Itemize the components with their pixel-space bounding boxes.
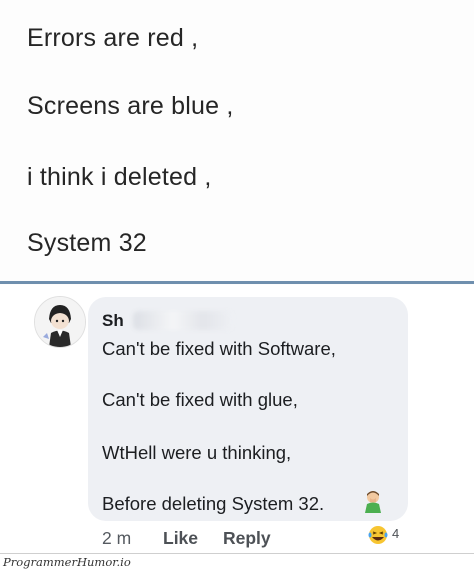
post-content: Errors are red , Screens are blue , i th… — [0, 0, 474, 285]
comment-line: Can't be fixed with glue, — [102, 389, 298, 410]
author-name-redaction — [133, 311, 233, 330]
laughing-emoji-icon[interactable] — [365, 524, 395, 546]
like-button[interactable]: Like — [163, 528, 198, 549]
reaction-count: 4 — [392, 526, 400, 541]
watermark-bar: ProgrammerHumor.io — [0, 553, 474, 569]
reply-button[interactable]: Reply — [223, 528, 271, 549]
post-line: Errors are red , — [27, 24, 199, 52]
avatar[interactable] — [34, 296, 86, 348]
avatar-icon — [35, 297, 85, 347]
post-line: System 32 — [27, 229, 147, 257]
post-line: Screens are blue , — [27, 92, 234, 120]
facepalm-emoji-icon — [365, 491, 381, 513]
post-divider — [0, 281, 474, 284]
comment-timestamp: 2 m — [102, 528, 132, 548]
watermark-text: ProgrammerHumor.io — [3, 555, 131, 569]
comment-line: WtHell were u thinking, — [102, 442, 292, 463]
comment-line: Before deleting System 32. — [102, 493, 325, 514]
comment-author[interactable]: Sh — [102, 311, 124, 331]
post-line: i think i deleted , — [27, 163, 212, 191]
comment-line: Can't be fixed with Software, — [102, 338, 336, 359]
